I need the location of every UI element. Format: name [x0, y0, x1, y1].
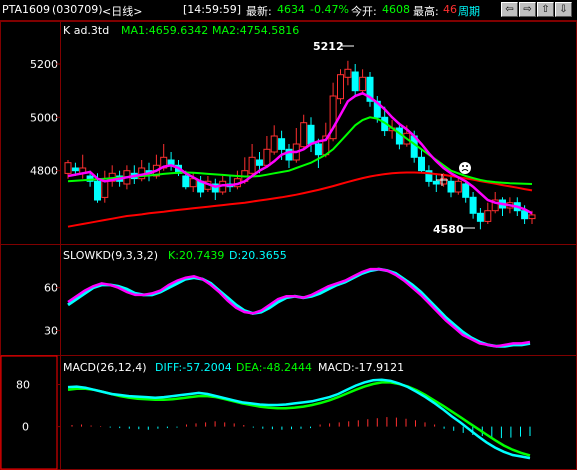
dea-line [67, 381, 531, 457]
candle [292, 128, 300, 163]
candle [79, 154, 87, 179]
candle-body [484, 210, 492, 222]
candle [418, 149, 425, 174]
candle-body [418, 156, 425, 172]
kd-title: SLOWKD(9,3,3,2) [63, 249, 158, 262]
candle-body [256, 159, 263, 166]
candle-body [454, 180, 462, 193]
candle-body [469, 196, 477, 214]
candle-body [94, 180, 101, 201]
diff-line [67, 378, 531, 460]
y-tick-label: 0 [22, 421, 29, 434]
candle [476, 208, 484, 230]
candle-body [71, 167, 79, 172]
y-tick-label: 30 [44, 325, 58, 338]
candle [138, 160, 146, 182]
ma2-legend-label: MA2:4754.5816 [212, 24, 299, 37]
candle [499, 197, 506, 216]
candle [484, 202, 492, 224]
candle-body [189, 178, 197, 188]
sad-face-icon [459, 162, 471, 174]
candle-body [432, 180, 440, 185]
y-tick-label: 5000 [30, 111, 58, 124]
candle-body [300, 122, 308, 148]
dea-legend-label: DEA:-48.2444 [236, 361, 312, 374]
kline-panel[interactable]: 5200 5000 4800 [30, 58, 536, 230]
k-legend-label: K:20.7439 [168, 249, 224, 262]
candle [337, 69, 344, 104]
candle [167, 152, 175, 171]
candle-body [270, 135, 278, 153]
candle-body [248, 156, 256, 174]
candle-body [344, 68, 352, 78]
candle [432, 173, 440, 192]
diff-legend-label: DIFF:-57.2004 [155, 361, 232, 374]
y-tick-label: 80 [16, 379, 30, 392]
candle [351, 64, 359, 96]
candle [108, 165, 116, 187]
candle-body [263, 148, 271, 166]
candle-body [359, 76, 367, 92]
candle [233, 170, 241, 190]
candle [359, 69, 367, 94]
y-tick-label: 60 [44, 282, 58, 295]
chart-frame [0, 21, 577, 470]
low-annotation: 4580 [433, 223, 464, 236]
ma1-legend-label: MA1:4659.6342 [121, 24, 208, 37]
macd-title: MACD(26,12,4) [63, 361, 147, 374]
candle [366, 72, 374, 107]
candle [263, 136, 271, 168]
macd-panel[interactable]: 80 0 [16, 378, 531, 460]
candle-body [351, 71, 359, 92]
macd-legend-label: MACD:-17.9121 [318, 361, 404, 374]
candle [211, 178, 219, 200]
candle [344, 60, 352, 86]
candle [469, 192, 477, 219]
candle-body [307, 124, 315, 145]
candle [462, 181, 470, 203]
candle-body [182, 175, 190, 188]
candle [248, 144, 256, 176]
candle-body [521, 210, 529, 220]
kd-panel[interactable]: 60 30 [44, 267, 531, 348]
macd-axis-selected-frame [0, 355, 58, 470]
candle-body [278, 138, 286, 150]
y-tick-label: 4800 [30, 165, 58, 178]
chart-area[interactable]: 5200 5000 4800 60 30 80 0 K ad.3td MA1:4659.… [0, 0, 577, 470]
candle-body [462, 183, 470, 198]
candle [285, 144, 293, 168]
candle [300, 114, 308, 150]
kline-title: K ad.3td [63, 24, 109, 37]
k-line [67, 267, 531, 348]
high-annotation: 5212 [313, 40, 344, 53]
d-legend-label: D:20.3655 [229, 249, 287, 262]
y-tick-label: 5200 [30, 58, 58, 71]
candle [101, 170, 109, 203]
candle [447, 176, 455, 198]
candle-body [476, 212, 484, 222]
candle-body [337, 74, 344, 100]
candle [425, 165, 433, 187]
candle-body [64, 162, 72, 174]
candle-body [314, 143, 322, 156]
candle-body [447, 180, 455, 193]
candle-body [528, 214, 536, 220]
candle [270, 125, 278, 155]
